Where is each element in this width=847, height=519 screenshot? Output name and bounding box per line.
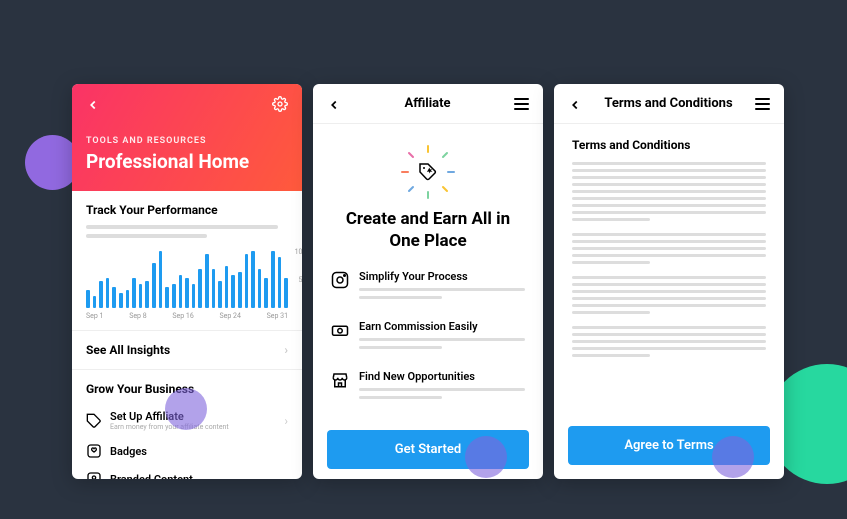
shop-icon bbox=[331, 371, 349, 389]
chart-bar bbox=[179, 275, 183, 308]
header-subtitle: TOOLS AND RESOURCES bbox=[86, 136, 288, 146]
branded-content-item[interactable]: Branded Content bbox=[86, 465, 288, 479]
chart-bar bbox=[218, 281, 222, 308]
chart-bar bbox=[119, 293, 123, 308]
chart-bar bbox=[139, 284, 143, 308]
chart-bar bbox=[152, 263, 156, 308]
x-axis: Sep 1 Sep 8 Sep 16 Sep 24 Sep 31 bbox=[86, 312, 288, 320]
y-label: 5k bbox=[299, 276, 302, 284]
terms-paragraph bbox=[572, 276, 766, 314]
simplify-process-item: Simplify Your Process bbox=[331, 270, 525, 304]
section-title: Track Your Performance bbox=[86, 203, 288, 217]
badges-item[interactable]: Badges bbox=[86, 437, 288, 465]
performance-section: Track Your Performance 10k 5k Sep 1 Sep … bbox=[72, 191, 302, 331]
back-button[interactable] bbox=[568, 97, 582, 111]
y-label: 10k bbox=[295, 248, 302, 256]
affiliate-title: Create and Earn All in One Place bbox=[331, 208, 525, 252]
user-icon bbox=[86, 471, 102, 479]
chart-bar bbox=[245, 254, 249, 308]
money-icon bbox=[331, 321, 349, 339]
chart-bar bbox=[145, 281, 149, 308]
terms-title: Terms and Conditions bbox=[572, 138, 766, 152]
back-button[interactable] bbox=[327, 97, 341, 111]
chart-bar bbox=[126, 290, 130, 308]
chart-bar bbox=[192, 284, 196, 308]
tag-sparkle-icon bbox=[408, 152, 448, 192]
chart-bar bbox=[258, 269, 262, 308]
menu-button[interactable] bbox=[755, 98, 770, 110]
chart-bar bbox=[112, 287, 116, 308]
header-title: Terms and Conditions bbox=[604, 96, 732, 111]
chart-bar bbox=[264, 278, 268, 308]
chevron-right-icon: › bbox=[284, 414, 288, 428]
chart-bar bbox=[225, 266, 229, 308]
chart-bar bbox=[212, 269, 216, 308]
chart-bar bbox=[132, 278, 136, 308]
chart-bar bbox=[198, 269, 202, 308]
chart-bar bbox=[185, 278, 189, 308]
chart-bar bbox=[238, 272, 242, 308]
terms-paragraph bbox=[572, 162, 766, 221]
affiliate-screen: Affiliate bbox=[313, 84, 543, 479]
chart-bar bbox=[271, 251, 275, 308]
chart-bar bbox=[165, 287, 169, 308]
chart-bar bbox=[278, 257, 282, 308]
header-title: Affiliate bbox=[404, 96, 450, 111]
skeleton-line bbox=[86, 225, 278, 229]
highlight-indicator bbox=[712, 436, 754, 478]
chart-bar bbox=[106, 278, 110, 308]
chart-bar bbox=[284, 278, 288, 308]
chart-bar bbox=[99, 281, 103, 308]
heart-icon bbox=[86, 443, 102, 459]
header-gradient: TOOLS AND RESOURCES Professional Home bbox=[72, 84, 302, 191]
instagram-icon bbox=[331, 271, 349, 289]
terms-content: Terms and Conditions bbox=[554, 124, 784, 426]
menu-button[interactable] bbox=[514, 98, 529, 110]
terms-paragraph bbox=[572, 233, 766, 264]
chart-bar bbox=[172, 284, 176, 308]
skeleton-line bbox=[86, 234, 207, 238]
tag-icon bbox=[86, 413, 102, 429]
highlight-indicator bbox=[165, 388, 207, 430]
chevron-right-icon: › bbox=[284, 343, 288, 357]
terms-screen: Terms and Conditions Terms and Condition… bbox=[554, 84, 784, 479]
page-title: Professional Home bbox=[86, 150, 288, 173]
find-opportunities-item: Find New Opportunities bbox=[331, 370, 525, 404]
highlight-indicator bbox=[465, 436, 507, 478]
terms-paragraph bbox=[572, 326, 766, 357]
chart-bar bbox=[86, 290, 90, 308]
chart-bar bbox=[205, 254, 209, 308]
earn-commission-item: Earn Commission Easily bbox=[331, 320, 525, 354]
chart-bar bbox=[251, 251, 255, 308]
performance-chart: 10k 5k bbox=[86, 248, 288, 308]
chart-bar bbox=[159, 251, 163, 308]
see-all-insights-link[interactable]: See All Insights › bbox=[72, 331, 302, 370]
settings-icon[interactable] bbox=[272, 96, 288, 112]
header-bar: Affiliate bbox=[313, 84, 543, 124]
chart-bar bbox=[93, 296, 97, 308]
back-button[interactable] bbox=[86, 97, 100, 111]
header-bar: Terms and Conditions bbox=[554, 84, 784, 124]
chart-bar bbox=[231, 275, 235, 308]
